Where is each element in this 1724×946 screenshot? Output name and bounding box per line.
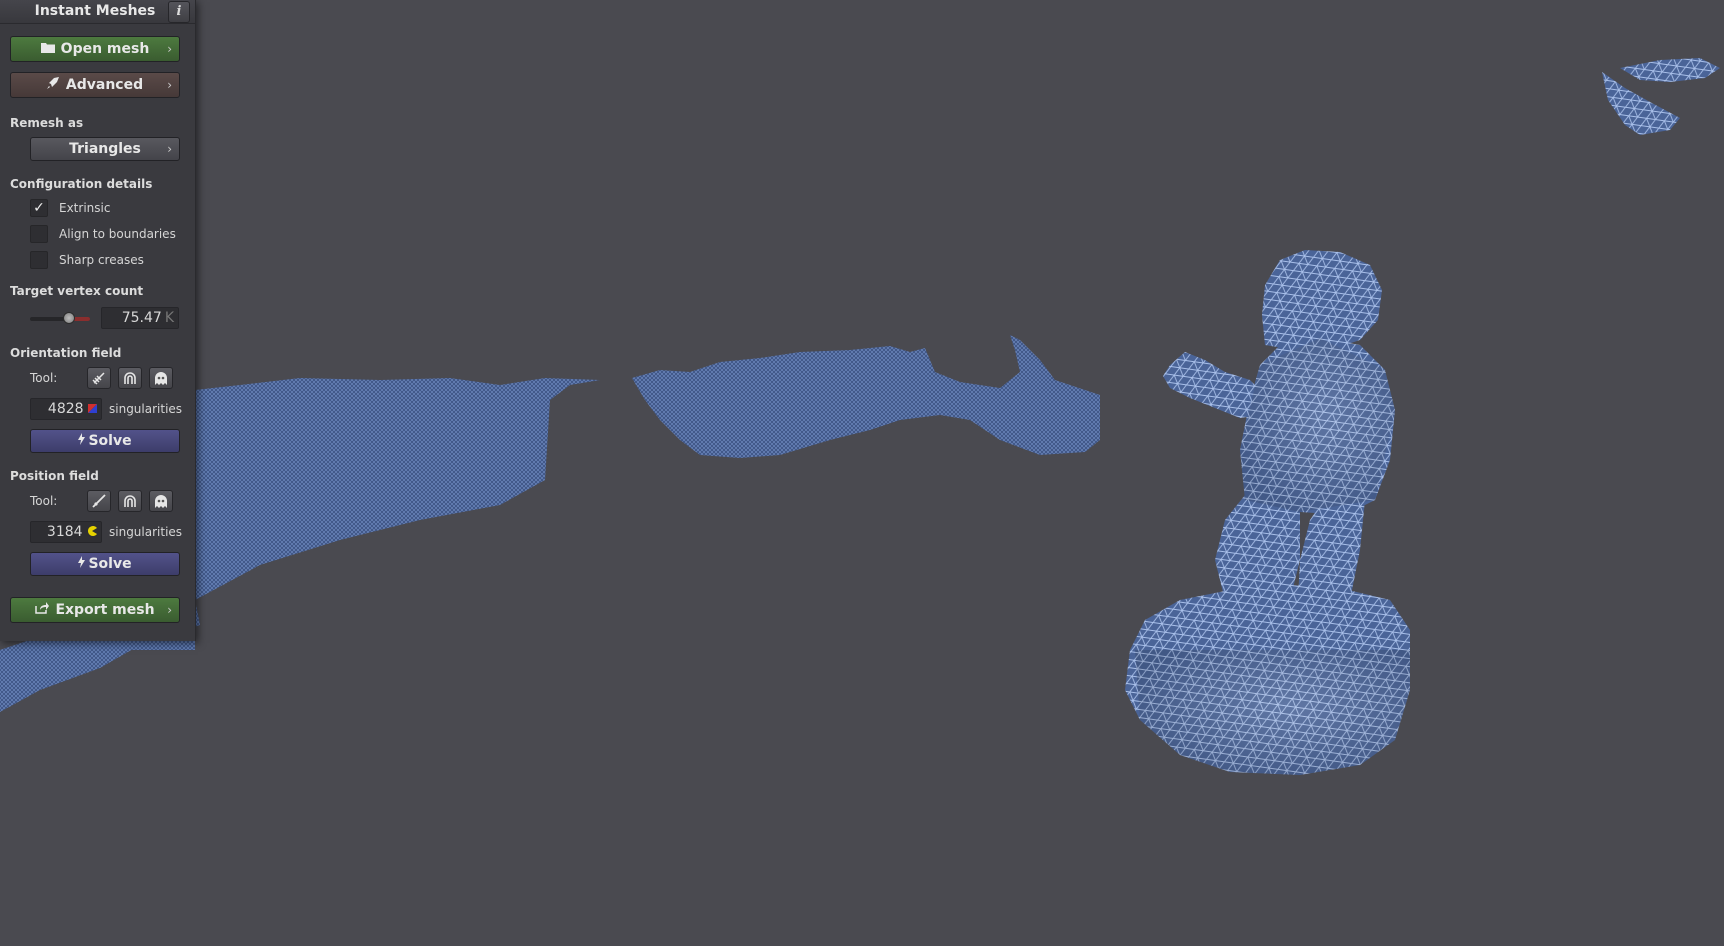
position-attractor-tool[interactable] — [118, 490, 142, 512]
advanced-button[interactable]: Advanced › — [10, 72, 180, 98]
remesh-as-label: Remesh as — [10, 116, 84, 130]
orientation-solve-button[interactable]: Solve — [30, 429, 180, 453]
folder-icon — [40, 37, 55, 61]
orientation-ghost-tool[interactable] — [149, 367, 173, 389]
position-field-label: Position field — [10, 469, 99, 483]
sharp-creases-checkbox[interactable] — [30, 251, 48, 269]
rocket-icon — [46, 73, 60, 97]
position-tool-label: Tool: — [30, 494, 58, 508]
remesh-type-value: Triangles — [69, 141, 141, 157]
ghost-icon — [155, 495, 167, 508]
attractor-icon — [124, 495, 136, 507]
vertex-count-slider[interactable] — [30, 312, 90, 324]
open-mesh-button[interactable]: Open mesh › — [10, 36, 180, 62]
ghost-icon — [155, 372, 167, 385]
panel-titlebar[interactable]: Instant Meshes i — [0, 0, 195, 24]
brush-icon — [92, 494, 106, 508]
slider-handle[interactable] — [63, 312, 75, 324]
3d-viewport[interactable] — [0, 0, 1724, 946]
position-singularities-field: 3184 — [30, 521, 102, 543]
attractor-icon — [124, 372, 136, 384]
vertex-count-value: 75.47 — [121, 310, 162, 326]
chevron-right-icon: › — [167, 603, 172, 617]
app-title: Instant Meshes — [34, 3, 156, 19]
terrain-mesh-middle — [632, 335, 1100, 458]
orientation-attractor-tool[interactable] — [118, 367, 142, 389]
comb-icon — [92, 372, 105, 385]
align-boundaries-checkbox[interactable] — [30, 225, 48, 243]
orientation-singularities-label: singularities — [109, 402, 183, 416]
position-brush-tool[interactable] — [87, 490, 111, 512]
remesh-type-dropdown[interactable]: Triangles › — [30, 137, 180, 161]
orientation-tool-label: Tool: — [30, 371, 58, 385]
advanced-label: Advanced — [65, 77, 144, 93]
vertex-count-field[interactable]: 75.47 K — [101, 307, 179, 329]
orientation-singularities-field: 4828 — [30, 398, 102, 420]
info-button[interactable]: i — [168, 1, 190, 23]
position-ghost-tool[interactable] — [149, 490, 173, 512]
orientation-field-label: Orientation field — [10, 346, 122, 360]
open-mesh-label: Open mesh — [60, 41, 150, 57]
statue-mesh — [1125, 250, 1410, 775]
position-singularities-label: singularities — [109, 525, 183, 539]
export-icon — [35, 598, 50, 622]
position-singularities-value: 3184 — [46, 524, 83, 540]
position-solve-label: Solve — [88, 556, 132, 572]
export-mesh-button[interactable]: Export mesh › — [10, 597, 180, 623]
lightning-icon — [78, 553, 86, 575]
configuration-details-label: Configuration details — [10, 177, 153, 191]
mesh-fragment-top-right — [1620, 58, 1720, 82]
align-boundaries-label: Align to boundaries — [59, 227, 176, 241]
vertex-count-unit: K — [164, 310, 174, 326]
pacman-icon — [88, 526, 97, 536]
extrinsic-checkbox[interactable]: ✓ — [30, 199, 48, 217]
chevron-right-icon: › — [167, 78, 172, 92]
sharp-creases-label: Sharp creases — [59, 253, 144, 267]
position-solve-button[interactable]: Solve — [30, 552, 180, 576]
extrinsic-label: Extrinsic — [59, 201, 111, 215]
orientation-solve-label: Solve — [88, 433, 132, 449]
chevron-right-icon: › — [167, 42, 172, 56]
singularity-color-icon — [88, 404, 97, 413]
chevron-right-icon: › — [167, 142, 172, 156]
orientation-comb-tool[interactable] — [87, 367, 111, 389]
target-vertex-count-label: Target vertex count — [10, 284, 144, 298]
control-panel: Instant Meshes i Open mesh › Advanced › … — [0, 0, 196, 641]
orientation-singularities-value: 4828 — [47, 401, 84, 417]
lightning-icon — [78, 430, 86, 452]
export-mesh-label: Export mesh — [55, 602, 155, 618]
